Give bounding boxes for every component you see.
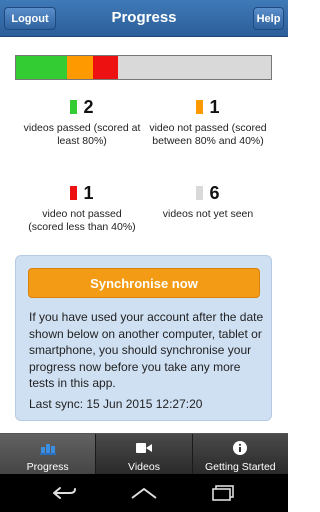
recent-apps-icon[interactable] <box>206 482 242 504</box>
progress-segment-not-passed-less <box>92 56 118 79</box>
progress-segment-not-passed-between <box>67 56 93 79</box>
not-passed-less-color-swatch <box>70 186 78 200</box>
tab-getting-started-label: Getting Started <box>205 461 276 473</box>
not-passed-less-description: video not passed (scored less than 40%) <box>28 208 136 233</box>
tab-getting-started[interactable]: Getting Started <box>193 434 288 474</box>
stat-not-yet-seen: 6 videos not yet seen <box>136 182 280 221</box>
passed-count: 2 <box>83 96 94 117</box>
video-camera-icon <box>135 440 152 456</box>
tab-videos-label: Videos <box>128 461 160 473</box>
progress-segment-passed <box>16 56 67 79</box>
last-sync-text: Last sync: 15 Jun 2015 12:27:20 <box>29 397 203 411</box>
stat-passed: 2 videos passed (scored at least 80%) <box>10 96 154 148</box>
home-icon[interactable] <box>126 482 162 504</box>
passed-description: videos passed (scored at least 80%) <box>23 122 141 147</box>
progress-segment-not-yet-seen <box>118 56 271 79</box>
passed-color-swatch <box>70 100 78 114</box>
progress-bar <box>15 55 272 80</box>
page-title: Progress <box>111 9 177 26</box>
info-icon <box>233 440 248 456</box>
progress-icon <box>39 440 56 456</box>
not-yet-seen-description: videos not yet seen <box>162 208 254 220</box>
sync-panel: Synchronise now If you have used your ac… <box>15 255 272 421</box>
synchronise-button[interactable]: Synchronise now <box>28 268 260 298</box>
app-header: Logout Progress Help <box>0 0 288 37</box>
system-nav-bar <box>0 474 288 512</box>
sync-info-text: If you have used your account after the … <box>29 310 264 390</box>
tab-progress-label: Progress <box>26 461 69 473</box>
bottom-tab-bar: Progress Videos Getting Started <box>0 433 288 474</box>
not-passed-between-description: video not passed (scored between 80% and… <box>149 122 267 147</box>
help-button[interactable]: Help <box>253 7 284 30</box>
not-yet-seen-color-swatch <box>196 186 204 200</box>
not-passed-less-count: 1 <box>83 182 94 203</box>
stat-not-passed-between: 1 video not passed (scored between 80% a… <box>136 96 280 148</box>
tab-progress[interactable]: Progress <box>0 434 97 474</box>
back-icon[interactable] <box>46 482 82 504</box>
not-passed-between-color-swatch <box>196 100 204 114</box>
stat-not-passed-less: 1 video not passed (scored less than 40%… <box>10 182 154 234</box>
not-passed-between-count: 1 <box>209 96 220 117</box>
tab-videos[interactable]: Videos <box>96 434 193 474</box>
not-yet-seen-count: 6 <box>209 182 220 203</box>
